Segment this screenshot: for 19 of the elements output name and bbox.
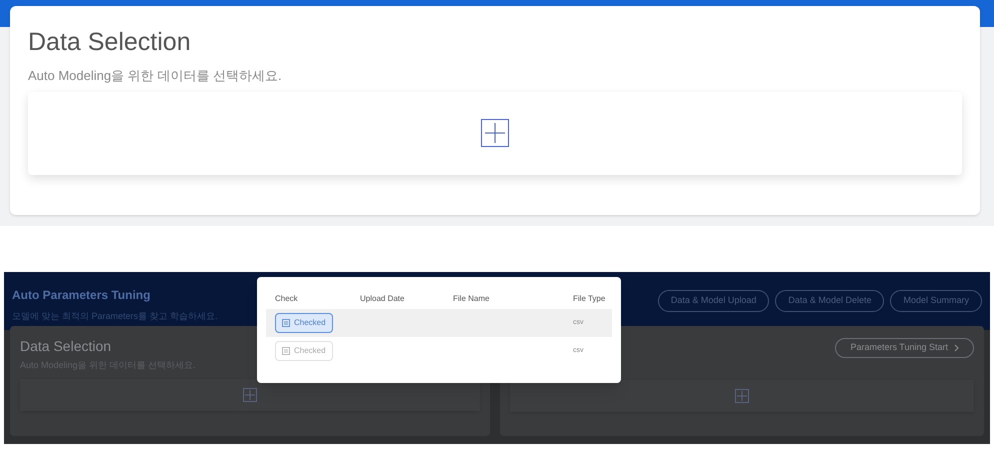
- column-header: Check: [275, 293, 298, 305]
- document-icon: [282, 319, 290, 327]
- page-title: Auto Parameters Tuning: [12, 287, 152, 304]
- check-button[interactable]: Checked: [275, 313, 333, 333]
- add-icon[interactable]: [481, 119, 509, 147]
- header-button[interactable]: Data & Model Upload: [658, 290, 770, 312]
- card-title: Data Selection: [20, 337, 112, 356]
- document-icon: [282, 347, 290, 355]
- column-header: Upload Date: [360, 293, 404, 305]
- section-subtitle: Auto Modeling을 위한 데이터를 선택하세요.: [28, 67, 283, 85]
- header-button[interactable]: Data & Model Delete: [775, 290, 884, 312]
- column-header: File Type: [573, 293, 606, 305]
- page-subtitle: 모델에 맞는 최적의 Parameters를 찾고 학습하세요.: [12, 310, 218, 323]
- check-button[interactable]: Checked: [275, 341, 333, 361]
- tuning-start-button[interactable]: Parameters Tuning Start: [835, 338, 974, 358]
- section-title: Data Selection: [28, 27, 192, 58]
- chevron-right-icon: [954, 344, 959, 352]
- column-header: File Name: [453, 293, 490, 305]
- header-button[interactable]: Model Summary: [890, 290, 982, 312]
